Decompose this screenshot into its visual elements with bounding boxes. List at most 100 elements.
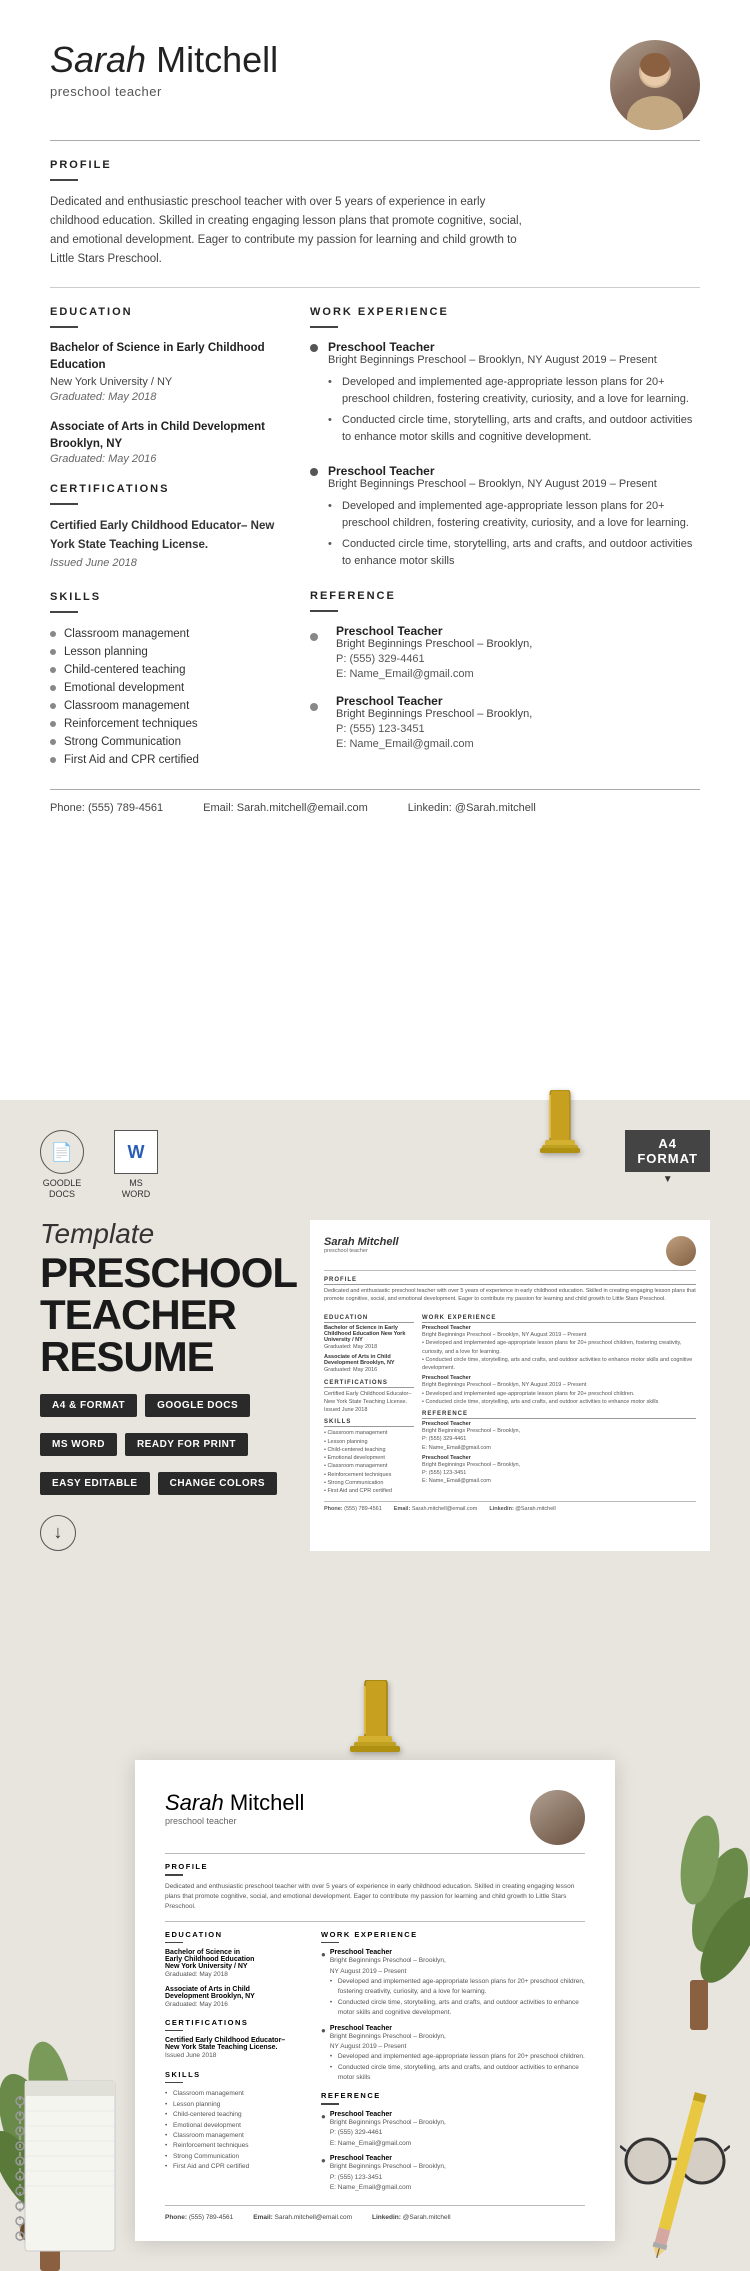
rp2-skill-5: Classroom management	[165, 2131, 305, 2141]
footer-phone-label: Phone:	[50, 802, 85, 814]
resume-footer: Phone: (555) 789-4561 Email: Sarah.mitch…	[50, 789, 700, 814]
ref-content-1: Preschool Teacher Bright Beginnings Pres…	[336, 624, 532, 680]
rp2-footer-phone: Phone: (555) 789-4561	[165, 2214, 233, 2221]
mini-cert-title: CERTIFICATIONS	[324, 1380, 414, 1388]
rp2-work-1-co: Bright Beginnings Preschool – Brooklyn,N…	[330, 1956, 585, 1977]
rp2-work-title: WORK EXPERIENCE	[321, 1930, 585, 1939]
skill-bullet	[50, 649, 56, 655]
notebook	[5, 2071, 135, 2271]
rp2-work-entry-1: ● Preschool Teacher Bright Beginnings Pr…	[321, 1949, 585, 2018]
rp2-work-entry-2: ● Preschool Teacher Bright Beginnings Pr…	[321, 2025, 585, 2084]
rp2-ref-1-email: E: Name_Email@gmail.com	[330, 2139, 446, 2149]
work-section-title: WORK EXPERIENCE	[310, 306, 700, 318]
rp2-ref-2-co: Bright Beginnings Preschool – Brooklyn,	[330, 2162, 446, 2172]
ms-word-badge[interactable]: W MSWORD	[114, 1130, 158, 1200]
binder-clip	[530, 1090, 590, 1175]
skill-item: Strong Communication	[50, 733, 280, 751]
rp2-ref-entry-1: ● Preschool Teacher Bright Beginnings Pr…	[321, 2111, 585, 2149]
mini-two-col: EDUCATION Bachelor of Science in Early C…	[324, 1309, 696, 1495]
a4-badge-wrap: A4FORMAT ▼	[625, 1130, 710, 1185]
profile-photo	[610, 40, 700, 130]
edu-entry-1: Bachelor of Science in Early Childhood E…	[50, 340, 280, 403]
rp2-work-1-title: Preschool Teacher	[330, 1949, 585, 1956]
badge-row-3: EASY EDITABLE CHANGE COLORS	[40, 1472, 280, 1495]
skill-bullet	[50, 703, 56, 709]
ms-word-icon: W	[114, 1130, 158, 1174]
preview3-page: Sarah Mitchell preschool teacher PROFILE…	[0, 1680, 750, 2271]
education-underline	[50, 326, 78, 328]
skill-bullet	[50, 631, 56, 637]
badge-a4[interactable]: A4 & FORMAT	[40, 1394, 137, 1417]
candidate-name: Sarah Mitchell	[50, 40, 278, 80]
skill-item: Classroom management	[50, 697, 280, 715]
ref-company-1: Bright Beginnings Preschool – Brooklyn,	[336, 638, 532, 650]
rp2-profile-body: Dedicated and enthusiastic preschool tea…	[165, 1882, 585, 1913]
work-content-1: Preschool Teacher Bright Beginnings Pres…	[328, 340, 700, 448]
binder-clip-2	[340, 1680, 410, 1775]
resume-page: Sarah Mitchell preschool teacher PROFILE…	[0, 0, 750, 1100]
rp2-work-bar	[321, 1942, 339, 1944]
rp2-edu-bar	[165, 1942, 183, 1944]
candidate-title: preschool teacher	[50, 84, 278, 99]
mini-edu-1-date: Graduated: May 2018	[324, 1343, 414, 1351]
footer-linkedin-value: @Sarah.mitchell	[455, 802, 536, 814]
rp2-ref-1-phone: P: (555) 329-4461	[330, 2128, 446, 2138]
badge-ready-print[interactable]: READY FOR PRINT	[125, 1433, 248, 1456]
mini-ref-1-co: Bright Beginnings Preschool – Brooklyn,P…	[422, 1427, 696, 1452]
mini-ref-2-co: Bright Beginnings Preschool – Brooklyn,P…	[422, 1461, 696, 1486]
badge-ms-word[interactable]: MS WORD	[40, 1433, 117, 1456]
mini-resume-preview: Sarah Mitchell preschool teacher PROFILE…	[310, 1220, 710, 1551]
badge-google-docs[interactable]: GOOGLE DOCS	[145, 1394, 250, 1417]
footer-email: Email: Sarah.mitchell@email.com	[203, 802, 368, 814]
rp2-edu-1-degree: Bachelor of Science inEarly Childhood Ed…	[165, 1949, 305, 1970]
mini-work-2-bullets: • Developed and implemented age-appropri…	[422, 1390, 696, 1407]
skill-item: Emotional development	[50, 679, 280, 697]
education-title: EDUCATION	[50, 306, 280, 318]
main-content: EDUCATION Bachelor of Science in Early C…	[50, 306, 700, 769]
down-arrow[interactable]: ↓	[40, 1515, 76, 1551]
rp2-edu-title: EDUCATION	[165, 1930, 305, 1939]
ref-entry-2: Preschool Teacher Bright Beginnings Pres…	[310, 694, 700, 750]
rp2-photo	[530, 1790, 585, 1845]
template-title-line3: RESUME	[40, 1336, 280, 1378]
rp2-footer-email: Email: Sarah.mitchell@email.com	[253, 2214, 352, 2221]
template-label: Template	[40, 1220, 280, 1248]
ref-row-1: Preschool Teacher Bright Beginnings Pres…	[310, 624, 700, 680]
mini-divider	[324, 1270, 696, 1271]
mini-footer-linkedin: Linkedin: @Sarah.mitchell	[489, 1506, 555, 1512]
ref-row-2: Preschool Teacher Bright Beginnings Pres…	[310, 694, 700, 750]
skill-bullet	[50, 721, 56, 727]
mini-work-2-co: Bright Beginnings Preschool – Brooklyn, …	[422, 1381, 696, 1389]
skill-item: Lesson planning	[50, 643, 280, 661]
a4-format-badge: A4FORMAT	[625, 1130, 710, 1172]
mini-cert-text: Certified Early Childhood Educator– New …	[324, 1390, 414, 1415]
rp2-cert-bar	[165, 2030, 183, 2032]
badge-change-colors[interactable]: CHANGE COLORS	[158, 1472, 277, 1495]
badge-easy-edit[interactable]: EASY EDITABLE	[40, 1472, 150, 1495]
rp2-skill-8: First Aid and CPR certified	[165, 2162, 305, 2172]
profile-text: Dedicated and enthusiastic preschool tea…	[50, 193, 530, 269]
a4-sub: ▼	[625, 1174, 710, 1185]
mini-edu-2: Associate of Arts in Child Development B…	[324, 1354, 414, 1366]
badge-row: A4 & FORMAT GOOGLE DOCS	[40, 1394, 280, 1417]
work-title-2: Preschool Teacher	[328, 464, 700, 478]
mini-edu-title: EDUCATION	[324, 1315, 414, 1323]
work-dot-2	[310, 468, 318, 476]
google-docs-label: GOODLEDOCS	[43, 1178, 82, 1200]
rp2-two-col: EDUCATION Bachelor of Science inEarly Ch…	[165, 1930, 585, 2194]
work-experience-section: WORK EXPERIENCE Preschool Teacher Bright…	[310, 306, 700, 572]
ref-name-2: Preschool Teacher	[336, 694, 532, 708]
work-company-2: Bright Beginnings Preschool – Brooklyn, …	[328, 478, 700, 490]
skill-item: Reinforcement techniques	[50, 715, 280, 733]
ref-phone-2: P: (555) 123-3451	[336, 723, 532, 735]
google-docs-badge[interactable]: 📄 GOODLEDOCS	[40, 1130, 84, 1200]
certifications-section: CERTIFICATIONS Certified Early Childhood…	[50, 483, 280, 572]
ref-company-2: Bright Beginnings Preschool – Brooklyn,	[336, 708, 532, 720]
rp2-ref-1-co: Bright Beginnings Preschool – Brooklyn,	[330, 2118, 446, 2128]
rp2-ref-2-phone: P: (555) 123-3451	[330, 2173, 446, 2183]
rp2-ref-2-email: E: Name_Email@gmail.com	[330, 2183, 446, 2193]
mini-resume-title: preschool teacher	[324, 1248, 399, 1254]
reference-underline	[310, 610, 338, 612]
mini-profile-title: PROFILE	[324, 1277, 696, 1285]
resume-preview-large: Sarah Mitchell preschool teacher PROFILE…	[135, 1760, 615, 2241]
